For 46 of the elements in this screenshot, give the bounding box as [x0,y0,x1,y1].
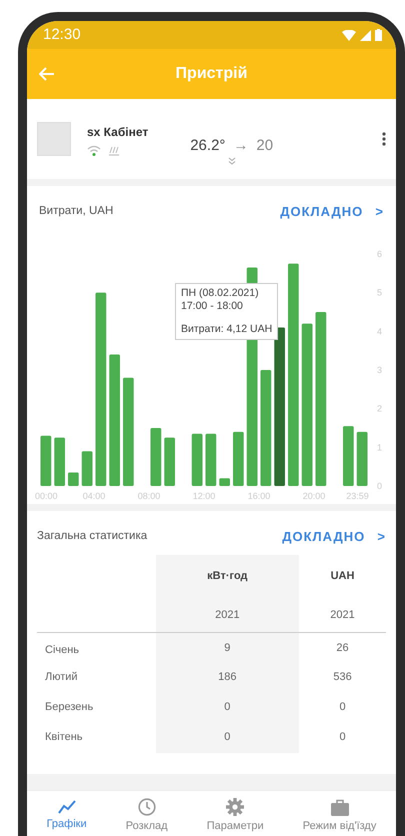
row-label: Березень [45,701,94,714]
settings-icon [226,798,244,816]
device-thumbnail [37,122,71,156]
chart-tooltip: ПН (08.02.2021) 17:00 - 18:00 Витрати: 4,12 UAH [175,282,278,340]
table-cell: 0 [224,731,230,744]
row-label: Лютий [45,671,78,684]
nav-tab[interactable]: Параметри [206,798,264,835]
nav-tab[interactable]: Режим від'їзду [302,798,376,834]
table-cell: 26 [336,642,349,654]
briefcase-icon [330,798,349,816]
target-temperature: 20 [256,136,274,156]
details-link[interactable]: ДОКЛАДНО > [282,527,386,546]
chart-bar[interactable] [219,478,230,486]
row-label: Квітень [45,731,83,744]
column-header: 2021 [330,609,355,621]
status-time: 12:30 [43,24,81,45]
column-header: UAH [330,570,354,582]
table-cell: 186 [218,671,237,684]
table-cell: 0 [224,701,230,714]
chart-bar[interactable] [68,472,79,486]
more-icon[interactable] [382,132,386,146]
signal-icon [360,30,371,40]
line-chart-icon [58,800,76,814]
section-title: Загальна статистика [37,529,148,544]
current-temperature: 26.2° [190,136,226,156]
column-header: кВт·год [207,570,248,582]
details-link[interactable]: ДОКЛАДНО > [280,202,384,222]
wifi-icon [342,30,356,40]
screen-title: Пристрій [176,64,248,84]
nav-tab[interactable]: Графіки [46,800,87,833]
arrow-text: → [233,136,248,156]
row-label: Січень [45,644,80,656]
battery-icon [375,29,382,41]
column-header: 2021 [215,609,240,621]
heating-icon [109,146,120,156]
section-title: Витрати, UAH [39,204,114,220]
table-cell: 9 [224,642,230,654]
table-cell: 0 [339,731,346,744]
chevron-down-icon[interactable] [228,157,236,166]
device-name: sx Кабінет [87,124,148,141]
clock-icon [138,798,156,816]
table-cell: 536 [333,671,352,684]
nav-tab[interactable]: Розклад [126,798,168,835]
chart-bar[interactable] [274,326,285,486]
table-cell: 0 [339,701,346,714]
wifi-icon [87,145,101,156]
